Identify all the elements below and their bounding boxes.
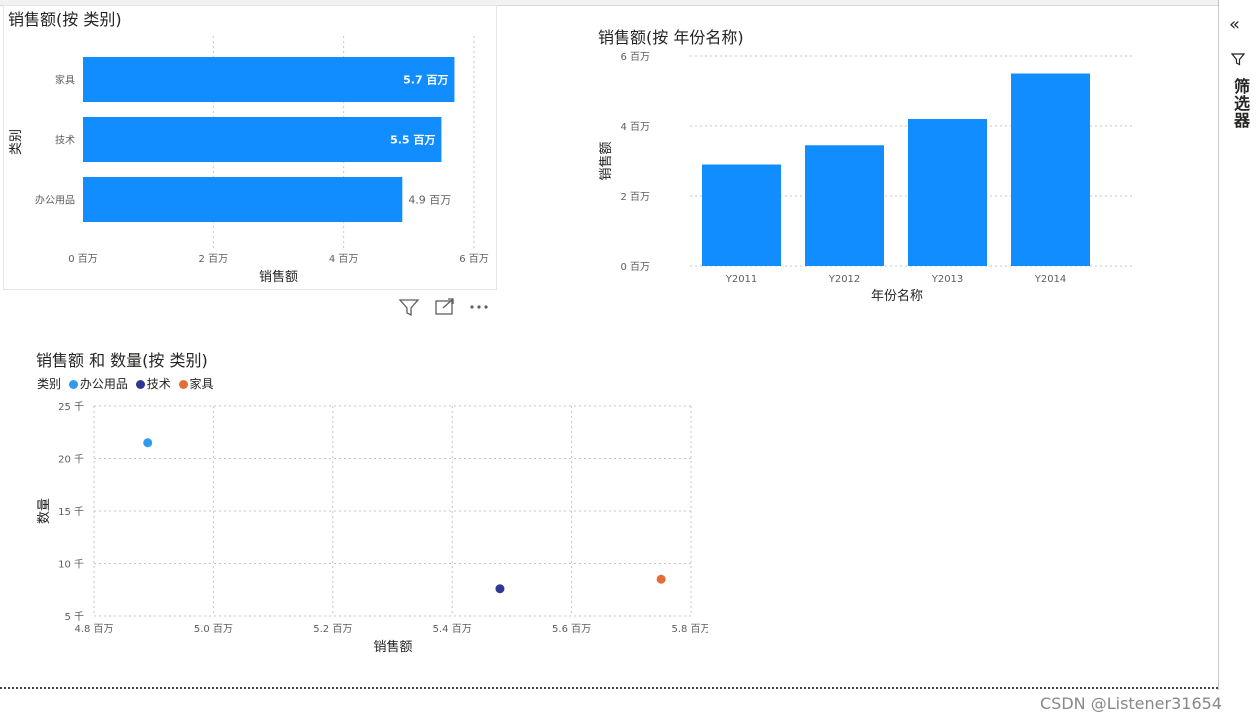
visual-header-icons: [398, 297, 494, 317]
page-divider: [0, 687, 1218, 689]
legend-label: 技术: [146, 377, 171, 391]
y-axis-title: 类别: [9, 129, 24, 155]
x-tick-label: Y2011: [725, 274, 758, 285]
legend-label: 家具: [189, 377, 214, 391]
legend-title: 类别: [37, 377, 62, 391]
x-tick-label: 5.6 百万: [552, 623, 591, 635]
legend-dot: [178, 380, 188, 389]
y-axis-title: 数量: [37, 498, 52, 524]
x-tick-label: 5.0 百万: [194, 623, 233, 635]
legend-dot: [68, 380, 78, 389]
x-tick-label: 0 百万: [68, 253, 98, 265]
legend-dot: [135, 380, 145, 389]
bar-0: [83, 57, 455, 102]
y-tick-label: 技术: [55, 134, 75, 147]
column-3: [1011, 73, 1090, 266]
x-axis-title: 销售额: [373, 639, 412, 655]
bar-2: [83, 177, 403, 222]
y-tick-label: 20 千: [58, 454, 84, 466]
x-tick-label: 4.8 百万: [74, 623, 113, 635]
filter-pane-label: 筛选器: [1231, 78, 1250, 129]
filter-pane[interactable]: « 筛选器: [1218, 0, 1256, 690]
y-axis-title: 销售额: [598, 141, 614, 180]
x-axis-title: 销售额: [259, 269, 298, 285]
filter-icon: [1231, 53, 1245, 66]
year-column-chart[interactable]: 销售额(按 年份名称) 6 百万 4 百万 2 百万 0 百万 Y2011 Y2012 Y2…: [590, 20, 1150, 310]
y-tick-label: 办公用品: [35, 194, 75, 207]
watermark: CSDN @Listener31654: [1040, 694, 1222, 713]
column-1: [805, 145, 884, 266]
column-0: [702, 164, 781, 266]
x-tick-label: Y2012: [828, 274, 861, 285]
category-bar-plot: 0 百万 2 百万 4 百万 6 百万 家具 5.7 百万技术 5.5 百万办公用品 4.9 …: [9, 36, 489, 285]
point-0: [143, 438, 153, 448]
x-tick-label: 5.4 百万: [433, 623, 472, 635]
data-label: 5.5 百万: [390, 134, 435, 147]
x-axis-title: 年份名称: [871, 288, 923, 304]
x-tick-label: 2 百万: [199, 253, 229, 265]
x-tick-label: 4 百万: [329, 253, 359, 265]
legend-item-office[interactable]: 办公用品: [68, 377, 128, 391]
x-tick-label: 5.8 百万: [671, 623, 708, 635]
y-tick-label: 25 千: [58, 401, 84, 413]
data-label: 5.7 百万: [403, 74, 448, 87]
legend-label: 办公用品: [79, 377, 128, 391]
bar-1: [83, 117, 442, 162]
year-column-plot: 6 百万 4 百万 2 百万 0 百万 Y2011 Y2012 Y2013 Y2014 年份名称…: [598, 51, 1135, 304]
point-1: [495, 584, 505, 594]
y-tick-label: 4 百万: [620, 121, 650, 133]
category-bar-chart[interactable]: 销售额(按 类别) 0 百万 2 百万 4 百万 6 百万 家具 5.7 百万 技术 5.5 …: [3, 5, 497, 290]
y-tick-label: 15 千: [58, 506, 84, 518]
x-tick-label: Y2013: [931, 274, 964, 285]
point-2: [656, 574, 666, 584]
legend-item-furniture[interactable]: 家具: [178, 377, 214, 391]
double-chevron-left-icon[interactable]: «: [1229, 14, 1240, 35]
more-options-icon[interactable]: [470, 305, 488, 309]
scatter-legend: 类别 办公用品 技术 家具: [37, 375, 214, 392]
scatter-plot: 4.8 百万 5.0 百万 5.2 百万 5.4 百万 5.6 百万 5.8 百万 25 千…: [37, 401, 708, 655]
y-tick-label: 2 百万: [620, 191, 650, 203]
x-tick-label: Y2014: [1034, 274, 1067, 285]
y-tick-label: 6 百万: [620, 51, 650, 63]
y-tick-label: 10 千: [58, 559, 84, 571]
x-tick-label: 5.2 百万: [313, 623, 352, 635]
legend-item-tech[interactable]: 技术: [135, 377, 171, 391]
y-tick-label: 0 百万: [620, 261, 650, 273]
focus-mode-icon[interactable]: [435, 298, 454, 315]
x-tick-label: 6 百万: [459, 253, 489, 265]
y-tick-label: 5 千: [64, 611, 84, 623]
sales-quantity-scatter-chart[interactable]: 销售额 和 数量(按 类别) 4.8 百万 5.0 百万 5.2 百万 5.4 百万 5…: [28, 345, 708, 665]
column-2: [908, 119, 987, 266]
filter-icon[interactable]: [398, 299, 420, 317]
data-label: 4.9 百万: [408, 194, 451, 207]
y-tick-label: 家具: [55, 74, 75, 87]
